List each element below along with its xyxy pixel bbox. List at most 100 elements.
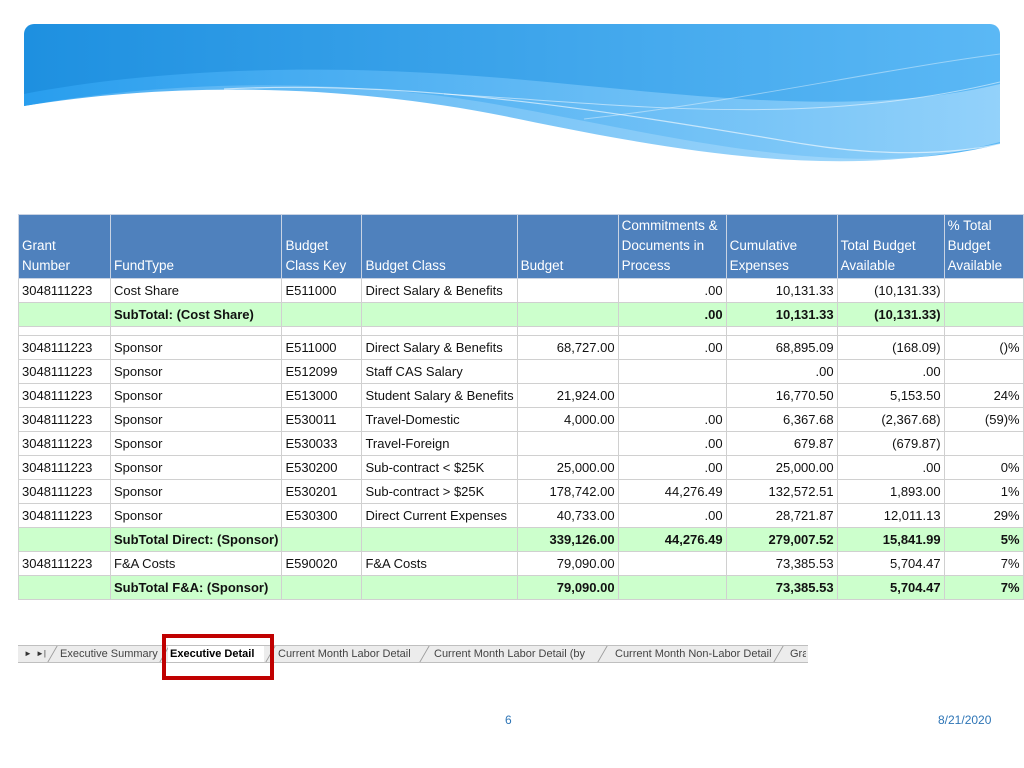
cell-budget[interactable]: 79,090.00	[516, 551, 619, 576]
cell-grant-number[interactable]: 3048111223	[18, 383, 111, 408]
cell-commitments[interactable]: .00	[617, 455, 727, 480]
cell-pct-budget-available[interactable]: 7%	[943, 551, 1024, 576]
cell-grant-number[interactable]: 3048111223	[18, 278, 111, 303]
cell-cumulative-expenses[interactable]: 279,007.52	[725, 527, 838, 552]
cell-cumulative-expenses[interactable]: 73,385.53	[725, 551, 838, 576]
cell-pct-budget-available[interactable]: 7%	[943, 575, 1024, 600]
cell-fund-type[interactable]	[109, 326, 283, 336]
cell-total-budget-available[interactable]: (2,367.68)	[836, 407, 945, 432]
cell-budget-class-key[interactable]: E530033	[281, 431, 363, 456]
cell-budget-class[interactable]: Travel-Foreign	[361, 431, 518, 456]
cell-total-budget-available[interactable]: 12,011.13	[836, 503, 945, 528]
cell-fund-type[interactable]: Sponsor	[109, 455, 283, 480]
cell-commitments[interactable]	[617, 551, 727, 576]
cell-pct-budget-available[interactable]: 5%	[943, 527, 1024, 552]
cell-fund-type[interactable]: Sponsor	[109, 359, 283, 384]
cell-commitments[interactable]	[617, 383, 727, 408]
cell-budget-class-key[interactable]: E530200	[281, 455, 363, 480]
cell-pct-budget-available[interactable]: (59)%	[943, 407, 1024, 432]
cell-cumulative-expenses[interactable]: 68,895.09	[725, 335, 838, 360]
cell-fund-type[interactable]: Sponsor	[109, 335, 283, 360]
cell-grant-number[interactable]: 3048111223	[18, 455, 111, 480]
cell-cumulative-expenses[interactable]: 25,000.00	[725, 455, 838, 480]
cell-total-budget-available[interactable]: (679.87)	[836, 431, 945, 456]
cell-pct-budget-available[interactable]: 1%	[943, 479, 1024, 504]
cell-grant-number[interactable]: 3048111223	[18, 503, 111, 528]
cell-budget-class-key[interactable]: E511000	[281, 335, 363, 360]
cell-fund-type[interactable]: Sponsor	[109, 407, 283, 432]
cell-commitments[interactable]: 44,276.49	[617, 527, 727, 552]
cell-total-budget-available[interactable]: 5,704.47	[836, 551, 945, 576]
cell-fund-type[interactable]: Sponsor	[109, 479, 283, 504]
cell-budget[interactable]: 178,742.00	[516, 479, 619, 504]
cell-fund-type[interactable]: Cost Share	[109, 278, 283, 303]
cell-total-budget-available[interactable]: (10,131.33)	[836, 278, 945, 303]
cell-commitments[interactable]: .00	[617, 431, 727, 456]
cell-budget[interactable]	[516, 359, 619, 384]
cell-grant-number[interactable]	[18, 527, 111, 552]
cell-budget-class-key[interactable]	[281, 527, 363, 552]
cell-commitments[interactable]: .00	[617, 335, 727, 360]
cell-cumulative-expenses[interactable]: 679.87	[725, 431, 838, 456]
cell-cumulative-expenses[interactable]	[725, 326, 838, 336]
cell-budget-class-key[interactable]: E513000	[281, 383, 363, 408]
cell-budget[interactable]: 4,000.00	[516, 407, 619, 432]
cell-total-budget-available[interactable]: 15,841.99	[836, 527, 945, 552]
cell-budget-class[interactable]: Direct Salary & Benefits	[361, 278, 518, 303]
cell-budget[interactable]: 339,126.00	[516, 527, 619, 552]
cell-commitments[interactable]: 44,276.49	[617, 479, 727, 504]
cell-budget-class[interactable]: Travel-Domestic	[361, 407, 518, 432]
cell-grant-number[interactable]: 3048111223	[18, 359, 111, 384]
cell-budget-class[interactable]: Sub-contract < $25K	[361, 455, 518, 480]
cell-fund-type[interactable]: SubTotal Direct: (Sponsor)	[109, 527, 283, 552]
cell-fund-type[interactable]: SubTotal: (Cost Share)	[109, 302, 283, 327]
cell-commitments[interactable]	[617, 326, 727, 336]
cell-fund-type[interactable]: Sponsor	[109, 503, 283, 528]
cell-fund-type[interactable]: Sponsor	[109, 383, 283, 408]
cell-grant-number[interactable]: 3048111223	[18, 431, 111, 456]
cell-fund-type[interactable]: SubTotal F&A: (Sponsor)	[109, 575, 283, 600]
cell-budget[interactable]: 25,000.00	[516, 455, 619, 480]
cell-cumulative-expenses[interactable]: 132,572.51	[725, 479, 838, 504]
cell-budget[interactable]: 40,733.00	[516, 503, 619, 528]
cell-pct-budget-available[interactable]: 29%	[943, 503, 1024, 528]
cell-budget-class-key[interactable]	[281, 302, 363, 327]
cell-budget-class-key[interactable]	[281, 326, 363, 336]
cell-commitments[interactable]	[617, 359, 727, 384]
cell-pct-budget-available[interactable]	[943, 302, 1024, 327]
cell-grant-number[interactable]	[18, 575, 111, 600]
cell-pct-budget-available[interactable]	[943, 326, 1024, 336]
cell-budget-class[interactable]	[361, 527, 518, 552]
cell-cumulative-expenses[interactable]: 10,131.33	[725, 302, 838, 327]
cell-commitments[interactable]: .00	[617, 407, 727, 432]
cell-budget[interactable]: 68,727.00	[516, 335, 619, 360]
cell-cumulative-expenses[interactable]: 28,721.87	[725, 503, 838, 528]
cell-budget-class[interactable]: F&A Costs	[361, 551, 518, 576]
cell-commitments[interactable]: .00	[617, 278, 727, 303]
cell-budget-class-key[interactable]: E530011	[281, 407, 363, 432]
cell-total-budget-available[interactable]: 1,893.00	[836, 479, 945, 504]
cell-budget[interactable]	[516, 431, 619, 456]
cell-budget-class-key[interactable]: E530201	[281, 479, 363, 504]
cell-grant-number[interactable]: 3048111223	[18, 551, 111, 576]
tab-current-month-non-labor-detail[interactable]: Current Month Non-Labor Detail	[615, 646, 772, 662]
cell-budget-class-key[interactable]	[281, 575, 363, 600]
cell-grant-number[interactable]: 3048111223	[18, 335, 111, 360]
tab-executive-summary[interactable]: Executive Summary	[60, 646, 158, 662]
cell-budget[interactable]: 79,090.00	[516, 575, 619, 600]
cell-budget[interactable]: 21,924.00	[516, 383, 619, 408]
cell-budget-class-key[interactable]: E530300	[281, 503, 363, 528]
cell-total-budget-available[interactable]: .00	[836, 359, 945, 384]
cell-cumulative-expenses[interactable]: 16,770.50	[725, 383, 838, 408]
cell-budget-class[interactable]: Student Salary & Benefits	[361, 383, 518, 408]
cell-commitments[interactable]: .00	[617, 302, 727, 327]
cell-grant-number[interactable]	[18, 302, 111, 327]
cell-grant-number[interactable]	[18, 326, 111, 336]
scroll-prev-icon[interactable]: ►	[24, 649, 32, 658]
cell-cumulative-expenses[interactable]: .00	[725, 359, 838, 384]
cell-budget[interactable]	[516, 278, 619, 303]
cell-pct-budget-available[interactable]: ()%	[943, 335, 1024, 360]
cell-commitments[interactable]	[617, 575, 727, 600]
cell-pct-budget-available[interactable]	[943, 278, 1024, 303]
cell-cumulative-expenses[interactable]: 73,385.53	[725, 575, 838, 600]
